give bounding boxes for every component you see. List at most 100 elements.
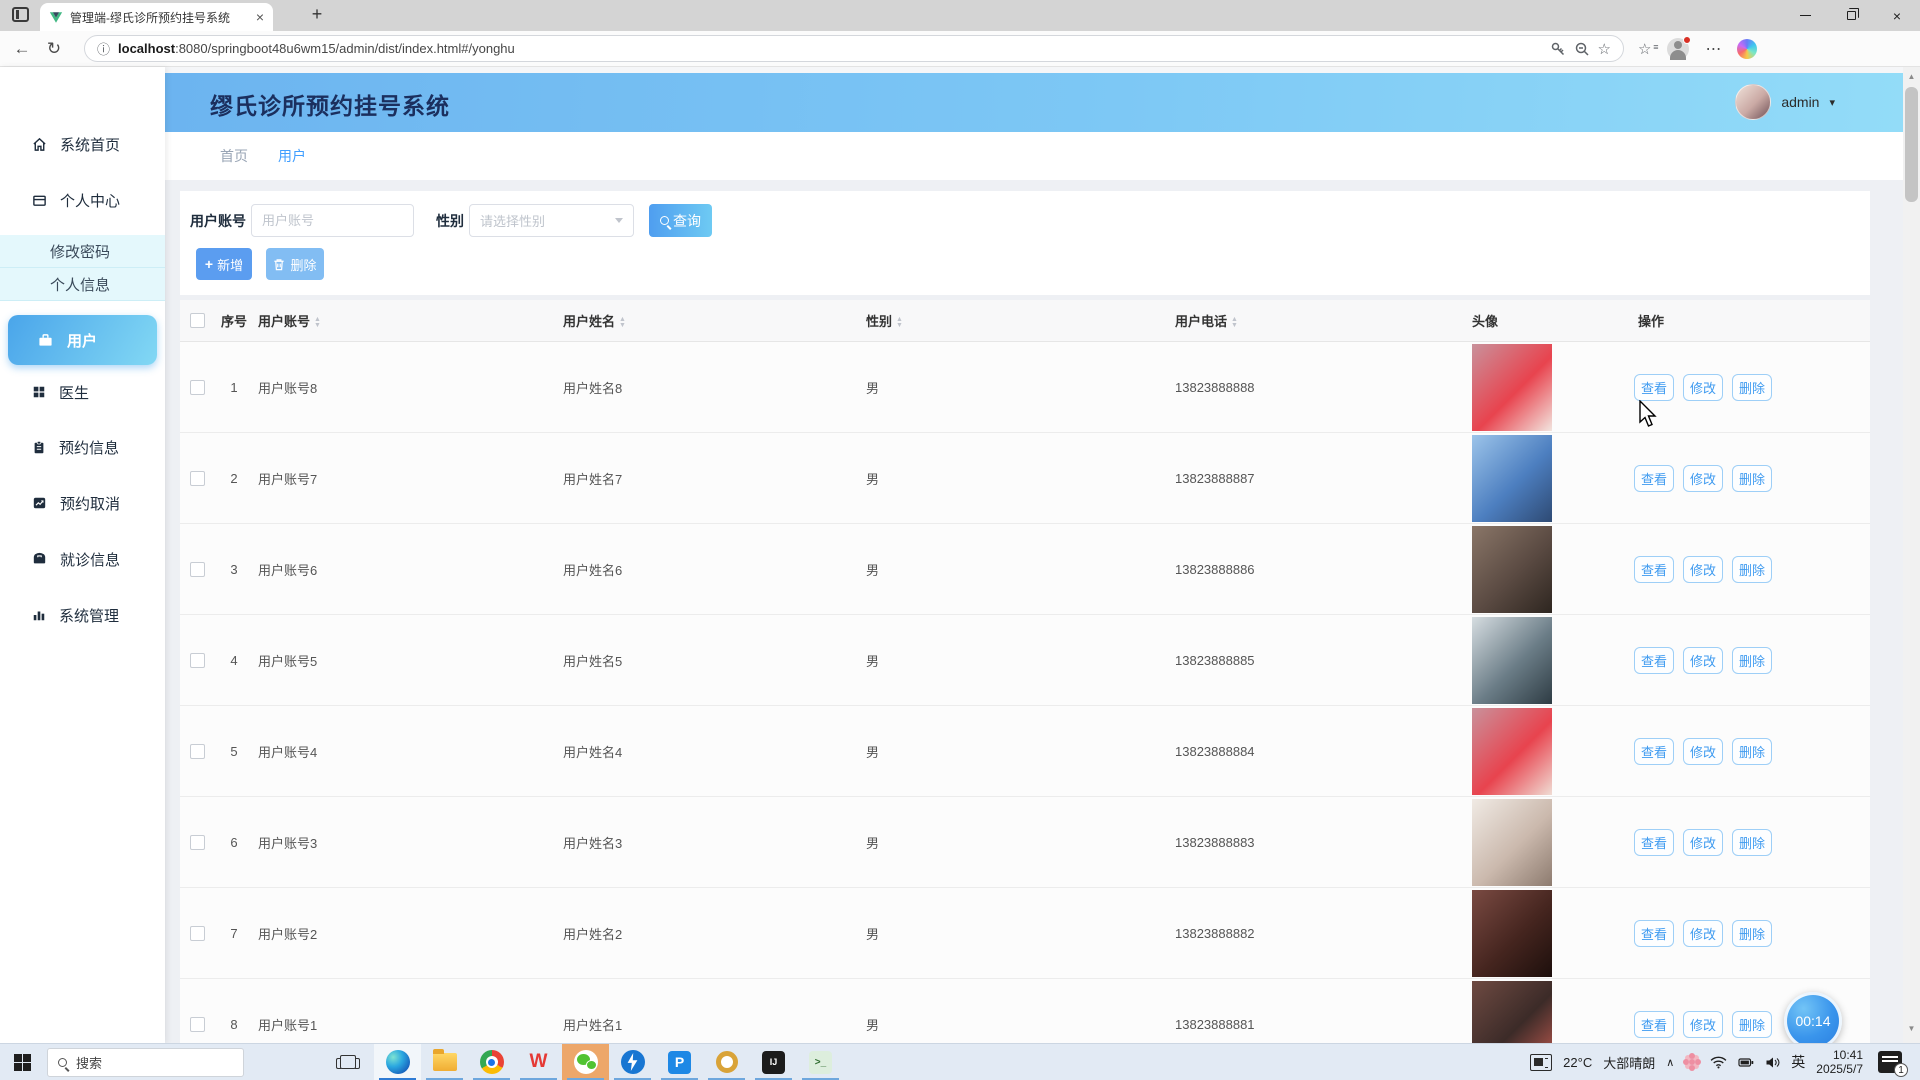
sidebar-item-system-admin[interactable]: 系统管理: [0, 600, 165, 630]
recording-timer-badge[interactable]: 00:14: [1784, 992, 1842, 1050]
zoom-out-icon[interactable]: [1574, 41, 1590, 57]
taskbar-edge-icon[interactable]: [374, 1044, 421, 1080]
weather-widget-icon[interactable]: [1530, 1054, 1552, 1071]
sort-icons[interactable]: ▲▼: [619, 317, 626, 329]
row-checkbox[interactable]: [190, 926, 205, 941]
view-button[interactable]: 查看: [1634, 556, 1674, 583]
sidebar-item-doctors[interactable]: 医生: [0, 377, 165, 407]
gender-select[interactable]: 请选择性别: [469, 204, 634, 237]
row-checkbox[interactable]: [190, 744, 205, 759]
page-scrollbar[interactable]: ▲ ▼: [1903, 67, 1920, 1043]
sidebar-item-personal-info[interactable]: 个人信息: [0, 268, 165, 301]
view-button[interactable]: 查看: [1634, 920, 1674, 947]
row-delete-button[interactable]: 删除: [1732, 374, 1772, 401]
language-indicator[interactable]: 英: [1791, 1052, 1805, 1072]
speaker-icon[interactable]: [1765, 1056, 1780, 1069]
taskbar-clock[interactable]: 10:41 2025/5/7: [1816, 1048, 1863, 1076]
edit-button[interactable]: 修改: [1683, 829, 1723, 856]
scroll-down-arrow[interactable]: ▼: [1903, 1021, 1920, 1037]
sort-icons[interactable]: ▲▼: [896, 317, 903, 329]
edit-button[interactable]: 修改: [1683, 738, 1723, 765]
edit-button[interactable]: 修改: [1683, 465, 1723, 492]
header-name[interactable]: 用户姓名▲▼: [559, 311, 862, 330]
header-account[interactable]: 用户账号▲▼: [254, 311, 559, 330]
view-button[interactable]: 查看: [1634, 647, 1674, 674]
taskbar-explorer-icon[interactable]: [421, 1044, 468, 1080]
sidebar-item-change-password[interactable]: 修改密码: [0, 235, 165, 268]
row-delete-button[interactable]: 删除: [1732, 738, 1772, 765]
row-checkbox[interactable]: [190, 380, 205, 395]
task-view-icon[interactable]: [340, 1055, 356, 1069]
header-phone[interactable]: 用户电话▲▼: [1171, 311, 1468, 330]
sidebar-item-cancellations[interactable]: 预约取消: [0, 488, 165, 518]
edit-button[interactable]: 修改: [1683, 1011, 1723, 1038]
minimize-button[interactable]: [1782, 0, 1828, 31]
notification-center-icon[interactable]: 1: [1878, 1051, 1902, 1073]
new-tab-button[interactable]: +: [305, 4, 329, 25]
tray-expand-icon[interactable]: ∧: [1666, 1056, 1674, 1069]
refresh-icon[interactable]: ↻: [38, 39, 70, 59]
tab-close-icon[interactable]: ×: [256, 9, 264, 25]
admin-menu[interactable]: admin ▾: [1735, 84, 1835, 120]
sidebar-item-visits[interactable]: 就诊信息: [0, 544, 165, 574]
view-button[interactable]: 查看: [1634, 465, 1674, 492]
browser-tab[interactable]: 管理端-缪氏诊所预约挂号系统 ×: [40, 3, 273, 31]
copilot-icon[interactable]: [1737, 39, 1757, 59]
taskbar-chrome-icon[interactable]: [468, 1044, 515, 1080]
row-delete-button[interactable]: 删除: [1732, 465, 1772, 492]
wifi-icon[interactable]: [1710, 1056, 1727, 1069]
row-delete-button[interactable]: 删除: [1732, 1011, 1772, 1038]
view-button[interactable]: 查看: [1634, 1011, 1674, 1038]
row-delete-button[interactable]: 删除: [1732, 556, 1772, 583]
taskbar-terminal-icon[interactable]: >_: [797, 1044, 844, 1080]
header-gender[interactable]: 性别▲▼: [862, 311, 1171, 330]
weather-desc[interactable]: 大部晴朗: [1603, 1053, 1655, 1072]
back-icon[interactable]: ←: [6, 39, 38, 59]
site-info-icon[interactable]: ⓘ: [97, 39, 110, 58]
sidebar-item-appointments[interactable]: 预约信息: [0, 432, 165, 462]
edit-button[interactable]: 修改: [1683, 374, 1723, 401]
row-checkbox[interactable]: [190, 835, 205, 850]
close-window-button[interactable]: ×: [1874, 0, 1920, 31]
taskbar-idea-icon[interactable]: IJ: [750, 1044, 797, 1080]
sidebar-item-users-active[interactable]: 用户: [8, 315, 157, 365]
taskbar-qianniu-icon[interactable]: [703, 1044, 750, 1080]
scroll-up-arrow[interactable]: ▲: [1903, 69, 1920, 85]
browser-menu-icon[interactable]: ⋯: [1705, 39, 1721, 59]
view-button[interactable]: 查看: [1634, 738, 1674, 765]
browser-profile-icon[interactable]: [1667, 38, 1689, 60]
view-button[interactable]: 查看: [1634, 829, 1674, 856]
start-button[interactable]: [14, 1054, 31, 1071]
scrollbar-thumb[interactable]: [1905, 87, 1918, 202]
row-checkbox[interactable]: [190, 562, 205, 577]
breadcrumb-current[interactable]: 用户: [278, 146, 306, 166]
sort-icons[interactable]: ▲▼: [314, 317, 321, 329]
breadcrumb-home[interactable]: 首页: [220, 146, 248, 166]
edit-button[interactable]: 修改: [1683, 647, 1723, 674]
taskbar-search[interactable]: 搜索: [47, 1048, 244, 1077]
restore-button[interactable]: [1828, 0, 1874, 31]
row-checkbox[interactable]: [190, 653, 205, 668]
sort-icons[interactable]: ▲▼: [1231, 317, 1238, 329]
add-button[interactable]: + 新增: [196, 248, 252, 280]
edit-button[interactable]: 修改: [1683, 556, 1723, 583]
select-all-checkbox[interactable]: [190, 313, 205, 328]
row-delete-button[interactable]: 删除: [1732, 920, 1772, 947]
account-input[interactable]: [251, 204, 414, 237]
tab-workspaces-icon[interactable]: [12, 7, 29, 22]
row-checkbox[interactable]: [190, 1017, 205, 1032]
delete-selected-button[interactable]: 删除: [266, 248, 324, 280]
tray-app-flower-icon[interactable]: [1689, 1059, 1695, 1065]
address-bar[interactable]: ⓘ localhost:8080/springboot48u6wm15/admi…: [84, 35, 1624, 62]
bookmark-star-icon[interactable]: ☆: [1598, 40, 1611, 58]
battery-icon[interactable]: [1738, 1056, 1754, 1069]
edit-button[interactable]: 修改: [1683, 920, 1723, 947]
password-key-icon[interactable]: [1550, 41, 1566, 57]
sidebar-item-home[interactable]: 系统首页: [0, 129, 165, 159]
taskbar-wps-icon[interactable]: W: [515, 1044, 562, 1080]
weather-temp[interactable]: 22°C: [1563, 1055, 1592, 1070]
taskbar-wechat-icon[interactable]: [562, 1044, 609, 1080]
row-delete-button[interactable]: 删除: [1732, 829, 1772, 856]
query-button[interactable]: 查询: [649, 204, 712, 237]
taskbar-thunder-icon[interactable]: [609, 1044, 656, 1080]
